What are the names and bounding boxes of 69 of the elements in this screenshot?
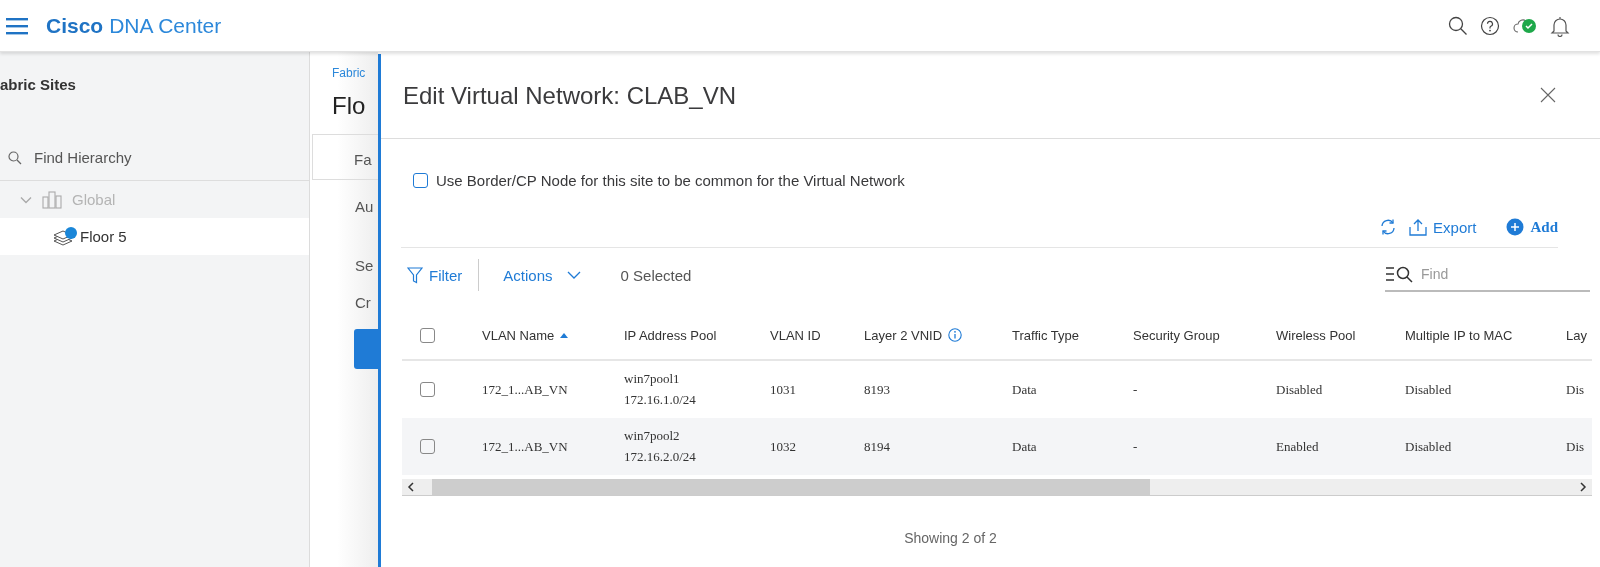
table-cell: 172_1...AB_VN xyxy=(482,438,568,454)
column-header[interactable]: Lay xyxy=(1566,327,1587,343)
plus-icon xyxy=(1506,218,1525,236)
breadcrumb-link[interactable]: Fabric xyxy=(332,66,378,80)
table-cell: 172_1...AB_VN xyxy=(482,381,568,397)
table-cell: 1032 xyxy=(770,438,796,454)
table-cell: - xyxy=(1133,438,1138,454)
scroll-right-icon[interactable] xyxy=(1578,482,1588,492)
page-heading: Flo xyxy=(332,92,367,120)
table-cell: 8194 xyxy=(864,438,890,454)
column-header[interactable]: Traffic Type xyxy=(1012,327,1079,343)
filter-button[interactable]: Filter xyxy=(407,266,463,284)
pool-name: win7pool2 xyxy=(624,428,681,444)
brand-name: Cisco xyxy=(46,13,104,38)
row-checkbox[interactable] xyxy=(420,439,435,454)
filter-icon xyxy=(407,266,423,284)
tree-item[interactable]: Floor 5 xyxy=(0,218,309,255)
selection-count: 0 Selected xyxy=(620,266,692,284)
refresh-icon[interactable] xyxy=(1379,218,1398,236)
checkbox[interactable] xyxy=(413,173,428,188)
info-icon[interactable] xyxy=(948,328,963,342)
scroll-left-icon[interactable] xyxy=(406,482,416,492)
section-label: Se xyxy=(355,257,375,274)
search-icon[interactable] xyxy=(1448,15,1468,36)
search-field[interactable]: Find Hierarchy xyxy=(32,148,276,167)
row-checkbox[interactable] xyxy=(420,382,435,397)
table-cell: - xyxy=(1133,381,1138,397)
pool-name: win7pool1 xyxy=(624,371,681,387)
column-header[interactable]: Layer 2 VNID xyxy=(864,327,943,343)
section-label: Au xyxy=(355,198,375,215)
table-cell: Enabled xyxy=(1276,438,1319,454)
bell-icon[interactable] xyxy=(1550,14,1570,37)
search-icon xyxy=(1385,265,1415,283)
select-all-checkbox[interactable] xyxy=(420,327,435,343)
result-count: Showing 2 of 2 xyxy=(904,530,997,546)
column-header[interactable]: VLAN ID xyxy=(770,327,821,343)
column-header[interactable]: IP Address Pool xyxy=(624,327,717,343)
search-icon xyxy=(8,150,22,165)
upload-icon xyxy=(1409,218,1428,236)
menu-icon[interactable] xyxy=(6,16,28,35)
table-cell: Disabled xyxy=(1405,438,1452,454)
table-cell: 8193 xyxy=(864,381,890,397)
pool-subnet: 172.16.1.0/24 xyxy=(624,392,697,408)
table-cell: 1031 xyxy=(770,381,796,397)
add-button[interactable]: Add xyxy=(1506,218,1558,236)
chevron-down-icon xyxy=(566,271,581,279)
buildings-icon xyxy=(42,190,62,209)
table-cell: Dis xyxy=(1566,438,1585,454)
column-header[interactable]: Multiple IP to MAC xyxy=(1405,327,1513,343)
pool-subnet: 172.16.2.0/24 xyxy=(624,449,697,465)
column-header[interactable]: Wireless Pool xyxy=(1276,327,1356,343)
panel-title: abric Sites xyxy=(0,75,77,95)
column-header[interactable]: Security Group xyxy=(1133,327,1220,343)
layers-icon xyxy=(52,225,78,248)
table-cell: Data xyxy=(1012,381,1037,397)
table-cell: Dis xyxy=(1566,381,1585,397)
horizontal-scrollbar[interactable] xyxy=(402,479,1592,496)
table-cell: Disabled xyxy=(1405,381,1452,397)
product-name: DNA Center xyxy=(109,13,222,38)
drawer-title: Edit Virtual Network: CLAB_VN xyxy=(403,82,737,110)
section-label: Cr xyxy=(355,294,372,311)
export-button[interactable]: Export xyxy=(1409,218,1477,236)
actions-dropdown[interactable]: Actions xyxy=(503,266,581,284)
checkbox-label: Use Border/CP Node for this site to be common for the Virtual Network xyxy=(436,172,905,189)
help-icon[interactable] xyxy=(1480,15,1500,36)
sort-icon[interactable] xyxy=(560,332,569,338)
table-cell: Disabled xyxy=(1276,381,1323,397)
table-cell: Data xyxy=(1012,438,1037,454)
column-header[interactable]: VLAN Name xyxy=(482,327,555,343)
